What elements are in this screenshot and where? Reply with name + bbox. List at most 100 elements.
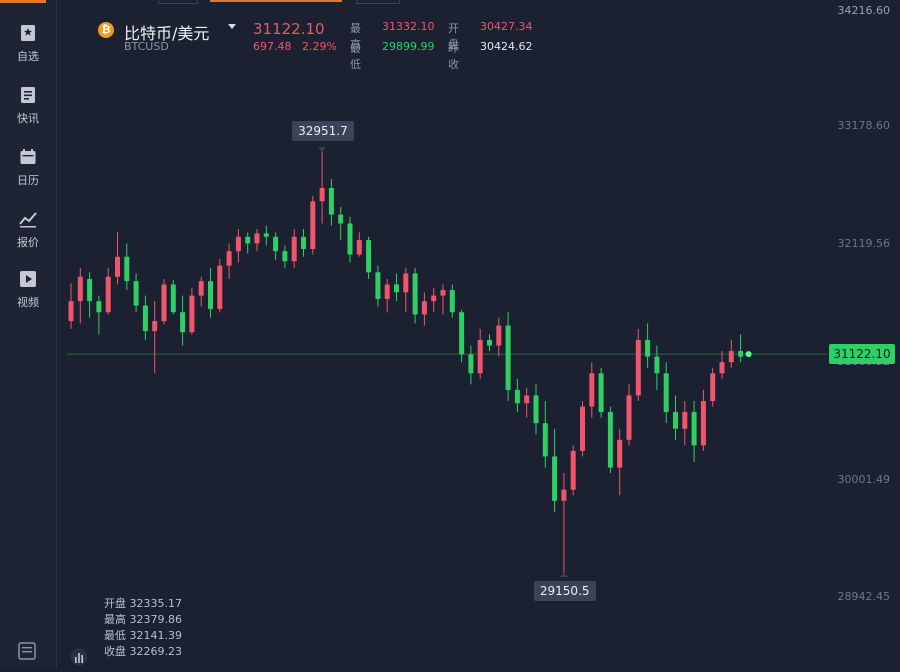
candle-body[interactable] [226, 251, 232, 266]
ohlc-panel: 开盘 32335.17 最高 32379.86 最低 32141.39 收盘 3… [104, 596, 182, 660]
candle-body[interactable] [477, 339, 483, 374]
candle-body[interactable] [170, 284, 176, 313]
candle-body[interactable] [263, 233, 269, 237]
keyboard-icon[interactable] [18, 642, 36, 660]
candle-body[interactable] [282, 251, 288, 262]
candle-body[interactable] [533, 395, 539, 424]
candle-body[interactable] [626, 395, 632, 440]
sidebar-item-calendar[interactable]: 日历 [0, 148, 56, 188]
candle-body[interactable] [319, 187, 325, 202]
candle-body[interactable] [654, 356, 660, 374]
candle-body[interactable] [710, 373, 716, 402]
candle-body[interactable] [682, 412, 688, 429]
bookmark-icon [21, 25, 35, 41]
candle-body[interactable] [645, 339, 651, 357]
candle-body[interactable] [394, 284, 399, 293]
candle-body[interactable] [208, 281, 213, 309]
candle-body[interactable] [291, 236, 297, 262]
candle-body[interactable] [245, 236, 251, 244]
candle-body[interactable] [338, 214, 344, 224]
candle-body[interactable] [570, 450, 576, 490]
candle-body[interactable] [87, 278, 93, 302]
candle-body[interactable] [673, 412, 678, 429]
candle-body[interactable] [142, 305, 148, 332]
sidebar-item-news[interactable]: 快讯 [0, 86, 56, 126]
candle-body[interactable] [310, 201, 316, 249]
candle-body[interactable] [496, 325, 502, 346]
candle-body[interactable] [152, 321, 158, 332]
candle-body[interactable] [663, 373, 669, 413]
change-abs: 697.48 [253, 40, 292, 53]
candle-body[interactable] [133, 281, 139, 306]
candle-body[interactable] [580, 406, 585, 451]
sidebar-item-label: 自选 [17, 50, 39, 63]
max-price-label: 32951.7 [292, 121, 354, 142]
ohlc-close: 收盘 32269.23 [104, 645, 182, 658]
candle-body[interactable] [198, 281, 204, 296]
candle-body[interactable] [189, 295, 195, 333]
candle-body[interactable] [459, 312, 465, 355]
candle-body[interactable] [384, 284, 390, 299]
candle-body[interactable] [301, 236, 306, 249]
candle-body[interactable] [77, 276, 83, 302]
top-price-label: 34216.60 [837, 4, 891, 17]
candle-body[interactable] [738, 351, 744, 357]
candle-body[interactable] [375, 272, 381, 299]
candle-body[interactable] [421, 301, 427, 315]
candle-body[interactable] [347, 223, 353, 255]
candle-body[interactable] [719, 362, 725, 374]
candle-body[interactable] [542, 423, 548, 457]
sidebar: 自选 快讯 日历 报价 视频 [0, 0, 57, 668]
candle-body[interactable] [589, 373, 595, 407]
last-price: 31122.10 [253, 20, 325, 38]
candle-body[interactable] [68, 301, 74, 322]
top-tab-indicator[interactable] [0, 0, 46, 3]
y-tick-label: 33178.60 [837, 119, 891, 132]
candle-body[interactable] [366, 240, 372, 273]
y-tick-label: 30001.49 [837, 473, 891, 486]
price-change: 697.48 2.29% [253, 40, 337, 53]
candle-body[interactable] [552, 456, 558, 501]
candle-body[interactable] [514, 389, 520, 404]
candle-body[interactable] [161, 284, 167, 322]
candle-body[interactable] [505, 325, 511, 390]
candle-body[interactable] [524, 395, 530, 404]
candle-body[interactable] [607, 412, 613, 468]
indicator-icon[interactable] [70, 648, 88, 666]
candle-body[interactable] [598, 373, 604, 413]
candle-body[interactable] [403, 273, 409, 293]
chart-area[interactable] [57, 0, 900, 668]
candle-body[interactable] [617, 439, 623, 468]
candle-body[interactable] [328, 187, 334, 215]
candle-body[interactable] [235, 236, 241, 252]
sidebar-item-quotes[interactable]: 报价 [0, 210, 56, 250]
candle-body[interactable] [180, 312, 186, 333]
low-label: 最低 [350, 42, 361, 71]
candle-body[interactable] [440, 290, 446, 296]
candle-body[interactable] [105, 276, 111, 313]
min-price-label: 29150.5 [533, 580, 596, 601]
candle-body[interactable] [124, 256, 130, 282]
candle-body[interactable] [412, 273, 418, 315]
candle-body[interactable] [273, 236, 279, 252]
candle-body[interactable] [700, 401, 706, 446]
prev-close-label: 昨收 [448, 42, 459, 71]
candlestick-chart[interactable] [57, 0, 900, 668]
candle-body[interactable] [468, 354, 474, 374]
candle-body[interactable] [728, 351, 734, 363]
candle-body[interactable] [487, 339, 492, 346]
candle-body[interactable] [449, 290, 455, 313]
candle-body[interactable] [635, 339, 641, 396]
candle-body[interactable] [691, 412, 697, 446]
candle-body[interactable] [96, 301, 102, 313]
candle-body[interactable] [431, 295, 437, 302]
candle-body[interactable] [561, 489, 567, 501]
candle-body[interactable] [115, 256, 120, 277]
sidebar-item-video[interactable]: 视频 [0, 270, 56, 310]
candle-body[interactable] [254, 233, 260, 244]
sidebar-item-watchlist[interactable]: 自选 [0, 24, 56, 64]
chevron-down-icon[interactable] [228, 24, 236, 29]
low-value: 29899.99 [382, 40, 435, 53]
candle-body[interactable] [217, 265, 223, 309]
candle-body[interactable] [356, 240, 362, 255]
